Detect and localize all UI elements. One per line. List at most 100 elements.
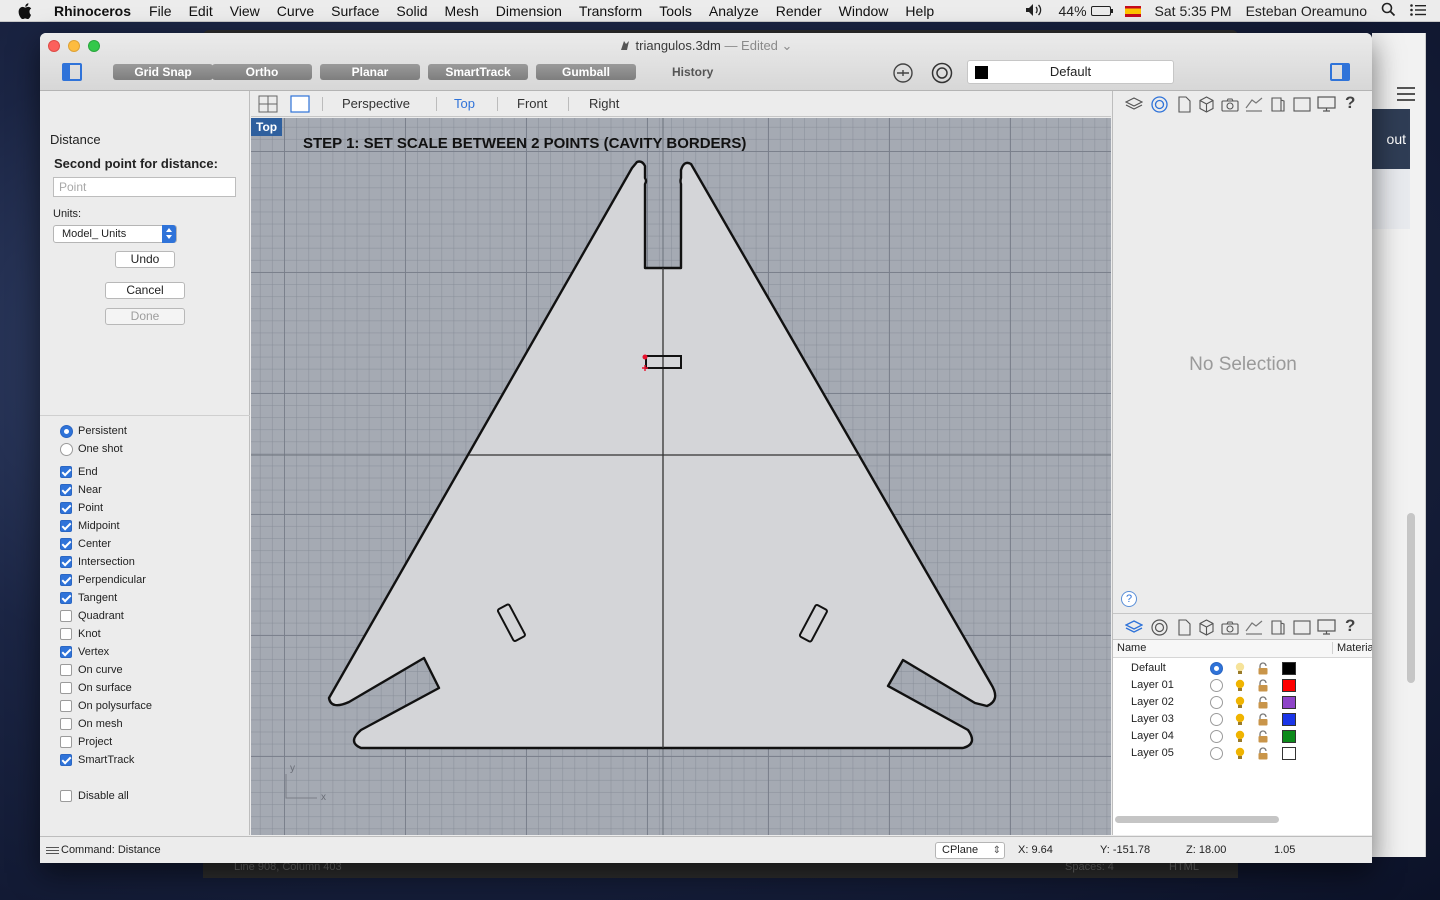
help-tab-icon[interactable]: ? <box>1345 93 1362 112</box>
notification-center-icon[interactable] <box>1410 3 1426 19</box>
lightbulb-icon[interactable] <box>1234 730 1246 743</box>
units-dropdown[interactable]: Model_ Units <box>53 225 177 243</box>
layer-name[interactable]: Layer 02 <box>1131 696 1174 708</box>
layer-color-swatch[interactable] <box>1282 679 1296 692</box>
osnap-option-knot[interactable]: Knot <box>60 626 101 642</box>
spotlight-search-icon[interactable] <box>1381 2 1396 20</box>
layer-color-swatch[interactable] <box>1282 696 1296 709</box>
lock-icon[interactable] <box>1257 662 1269 675</box>
display-tab-icon[interactable] <box>1269 96 1286 113</box>
osnap-option-center[interactable]: Center <box>60 536 111 552</box>
box-tab-icon[interactable] <box>1198 619 1215 636</box>
layer-row[interactable]: Default <box>1113 660 1372 677</box>
osnap-option-on-surface[interactable]: On surface <box>60 680 132 696</box>
layer-row[interactable]: Layer 04 <box>1113 728 1372 745</box>
osnap-toggle-icon[interactable] <box>892 62 914 84</box>
help-icon[interactable]: ? <box>1121 591 1137 607</box>
planar-button[interactable]: Planar <box>320 64 420 80</box>
osnap-option-on-polysurface[interactable]: On polysurface <box>60 698 152 714</box>
lightbulb-icon[interactable] <box>1234 713 1246 726</box>
smarttrack-button[interactable]: SmartTrack <box>428 64 528 80</box>
osnap-option-project[interactable]: Project <box>60 734 112 750</box>
menu-surface[interactable]: Surface <box>331 3 379 19</box>
osnap-option-on-mesh[interactable]: On mesh <box>60 716 123 732</box>
undo-button[interactable]: Undo <box>115 251 175 268</box>
app-menu[interactable]: Rhinoceros <box>54 3 131 19</box>
osnap-option-smarttrack[interactable]: SmartTrack <box>60 752 134 768</box>
layer-name[interactable]: Default <box>1131 662 1166 674</box>
battery-status[interactable]: 44% <box>1059 3 1113 19</box>
checkbox-tangent[interactable] <box>60 592 72 604</box>
menu-help[interactable]: Help <box>905 3 934 19</box>
osnap-persistent-option[interactable]: Persistent <box>60 423 127 439</box>
menu-analyze[interactable]: Analyze <box>709 3 759 19</box>
lock-icon[interactable] <box>1257 747 1269 760</box>
layer-name[interactable]: Layer 03 <box>1131 713 1174 725</box>
gumball-button[interactable]: Gumball <box>536 64 636 80</box>
layer-color-swatch[interactable] <box>1282 713 1296 726</box>
current-layer-radio[interactable] <box>1210 696 1223 709</box>
menu-dimension[interactable]: Dimension <box>496 3 562 19</box>
layer-row[interactable]: Layer 03 <box>1113 711 1372 728</box>
layer-row[interactable]: Layer 02 <box>1113 694 1372 711</box>
layer-name[interactable]: Layer 05 <box>1131 747 1174 759</box>
checkbox-vertex[interactable] <box>60 646 72 658</box>
tab-top[interactable]: Top <box>454 96 475 111</box>
menu-render[interactable]: Render <box>776 3 822 19</box>
menu-mesh[interactable]: Mesh <box>445 3 479 19</box>
cplane-dropdown[interactable]: CPlane <box>935 842 1005 859</box>
layers-horizontal-scrollbar[interactable] <box>1115 816 1279 823</box>
osnap-option-tangent[interactable]: Tangent <box>60 590 117 606</box>
checkbox-smarttrack[interactable] <box>60 754 72 766</box>
user-name[interactable]: Esteban Oreamuno <box>1246 3 1367 19</box>
osnap-option-on-curve[interactable]: On curve <box>60 662 123 678</box>
object-properties-tab-icon[interactable] <box>1151 619 1168 636</box>
checkbox-on-curve[interactable] <box>60 664 72 676</box>
layers-tab-icon[interactable] <box>1124 96 1144 113</box>
checkbox-intersection[interactable] <box>60 556 72 568</box>
drawing-canvas[interactable] <box>251 118 1111 835</box>
done-button[interactable]: Done <box>105 308 185 325</box>
lock-icon[interactable] <box>1257 696 1269 709</box>
osnap-option-intersection[interactable]: Intersection <box>60 554 135 570</box>
layers-tab-icon[interactable] <box>1124 619 1144 636</box>
tab-perspective[interactable]: Perspective <box>342 96 410 111</box>
osnap-disable-all-option[interactable]: Disable all <box>60 788 129 804</box>
osnap-option-vertex[interactable]: Vertex <box>60 644 109 660</box>
checkbox-point[interactable] <box>60 502 72 514</box>
history-button[interactable]: History <box>672 64 713 80</box>
box-tab-icon[interactable] <box>1198 96 1215 113</box>
camera-tab-icon[interactable] <box>1221 619 1239 636</box>
menu-file[interactable]: File <box>149 3 172 19</box>
layer-name[interactable]: Layer 01 <box>1131 679 1174 691</box>
layer-color-swatch[interactable] <box>1282 662 1296 675</box>
monitor-tab-icon[interactable] <box>1317 619 1336 636</box>
radio-one-shot[interactable] <box>60 442 73 456</box>
layer-row[interactable]: Layer 05 <box>1113 745 1372 762</box>
layer-name[interactable]: Layer 04 <box>1131 730 1174 742</box>
lightbulb-icon[interactable] <box>1234 696 1246 709</box>
tab-right[interactable]: Right <box>589 96 619 111</box>
osnap-option-perpendicular[interactable]: Perpendicular <box>60 572 146 588</box>
menu-curve[interactable]: Curve <box>277 3 314 19</box>
command-history-icon[interactable] <box>46 847 59 856</box>
osnap-option-point[interactable]: Point <box>60 500 103 516</box>
object-properties-tab-icon[interactable] <box>1151 96 1168 113</box>
document-tab-icon[interactable] <box>1176 96 1193 113</box>
column-name[interactable]: Name <box>1117 642 1146 654</box>
lock-icon[interactable] <box>1257 679 1269 692</box>
osnap-option-end[interactable]: End <box>60 464 98 480</box>
layer-color-swatch[interactable] <box>1282 730 1296 743</box>
toggle-left-sidebar-button[interactable] <box>62 63 82 81</box>
menu-view[interactable]: View <box>230 3 260 19</box>
apple-icon[interactable] <box>18 2 36 19</box>
checkbox-knot[interactable] <box>60 628 72 640</box>
toggle-right-sidebar-button[interactable] <box>1330 63 1350 81</box>
checkbox-center[interactable] <box>60 538 72 550</box>
menu-transform[interactable]: Transform <box>579 3 642 19</box>
render-tab-icon[interactable] <box>1245 619 1263 636</box>
checkbox-on-mesh[interactable] <box>60 718 72 730</box>
layer-row[interactable]: Layer 01 <box>1113 677 1372 694</box>
volume-icon[interactable] <box>1025 3 1045 20</box>
checkbox-quadrant[interactable] <box>60 610 72 622</box>
